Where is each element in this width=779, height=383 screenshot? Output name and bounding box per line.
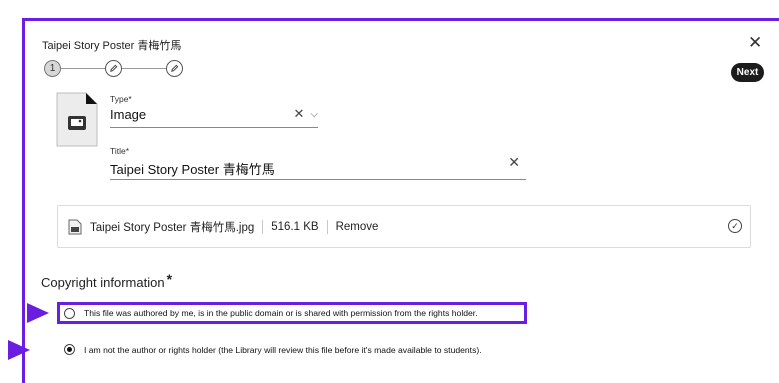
step-number: 1 xyxy=(49,63,56,74)
copyright-heading-text: Copyright information xyxy=(41,275,165,290)
radio-label: This file was authored by me, is in the … xyxy=(84,308,478,318)
divider xyxy=(326,219,328,234)
radio-button[interactable] xyxy=(64,307,75,319)
step-3[interactable] xyxy=(166,60,183,77)
title-field[interactable]: Title* Taipei Story Poster 青梅竹馬 ✕ xyxy=(110,146,526,180)
divider xyxy=(262,219,264,234)
type-label: Type* xyxy=(110,94,132,104)
stepper-connector xyxy=(61,68,105,69)
check-circle-icon: ✓ xyxy=(728,219,742,233)
copyright-heading: Copyright information * xyxy=(41,271,172,290)
close-icon[interactable]: ✕ xyxy=(748,34,762,51)
type-select[interactable]: Type* Image ✕ ⌵ xyxy=(110,94,318,128)
chevron-down-icon[interactable]: ⌵ xyxy=(310,109,318,120)
image-document-icon xyxy=(56,92,98,147)
file-card: Taipei Story Poster 青梅竹馬.jpg 516.1 KB Re… xyxy=(57,205,751,248)
title-label: Title* xyxy=(110,146,130,156)
next-button[interactable]: Next xyxy=(731,63,764,82)
stepper-connector xyxy=(122,68,166,69)
type-value: Image xyxy=(110,107,147,122)
clear-icon[interactable]: ✕ xyxy=(294,106,305,122)
pencil-icon xyxy=(171,64,179,72)
required-mark: * xyxy=(166,271,173,287)
title-value[interactable]: Taipei Story Poster 青梅竹馬 xyxy=(110,159,526,178)
step-2[interactable] xyxy=(105,60,122,77)
radio-button-selected[interactable] xyxy=(64,344,75,355)
remove-file-button[interactable]: Remove xyxy=(336,221,379,233)
pencil-icon xyxy=(110,64,118,72)
pointer-arrow xyxy=(8,340,30,360)
copyright-option-not-author[interactable]: I am not the author or rights holder (th… xyxy=(64,344,482,355)
dialog-title: Taipei Story Poster 青梅竹馬 xyxy=(42,40,182,52)
file-name: Taipei Story Poster 青梅竹馬.jpg xyxy=(90,221,255,234)
pointer-arrow xyxy=(27,303,49,323)
step-1[interactable]: 1 xyxy=(44,60,61,77)
radio-label: I am not the author or rights holder (th… xyxy=(84,344,482,355)
copyright-option-authored[interactable]: This file was authored by me, is in the … xyxy=(57,302,527,324)
file-size: 516.1 KB xyxy=(271,220,319,233)
clear-icon[interactable]: ✕ xyxy=(508,154,520,171)
file-icon xyxy=(68,219,82,234)
stepper: 1 xyxy=(44,60,184,78)
